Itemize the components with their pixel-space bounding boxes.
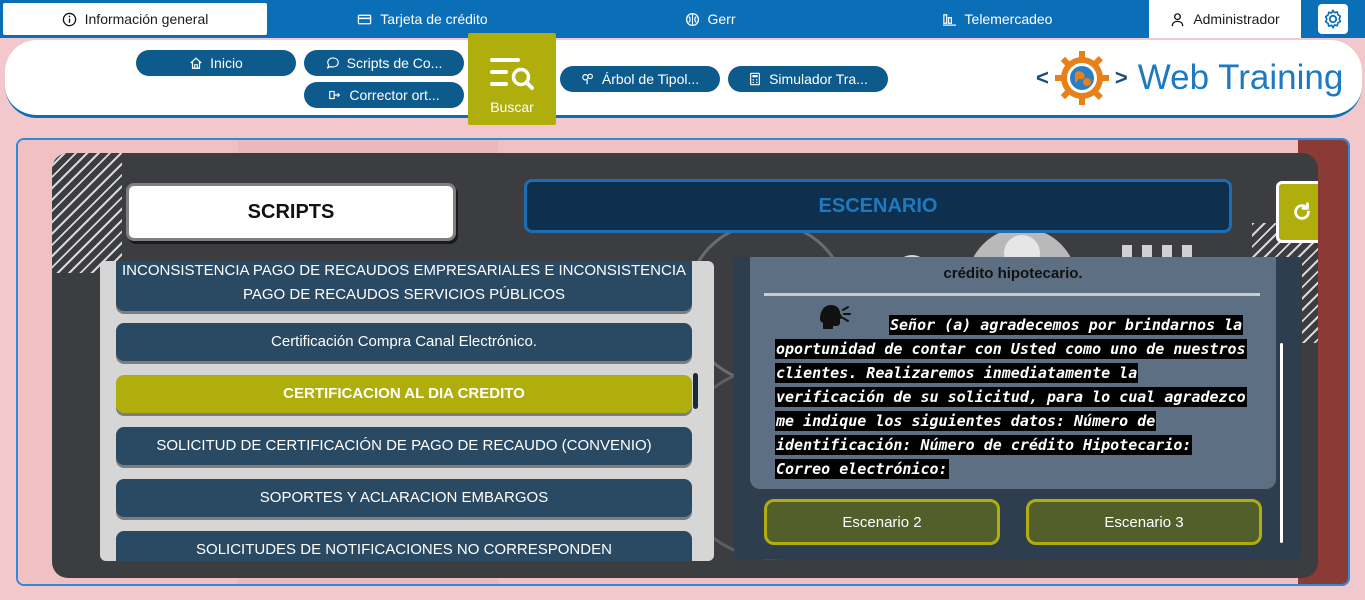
buscar-label: Buscar xyxy=(490,99,534,115)
scripts-title-text: SCRIPTS xyxy=(247,200,335,223)
refresh-button[interactable] xyxy=(1276,181,1318,243)
divider xyxy=(764,293,1260,296)
button-label: Inicio xyxy=(210,55,243,71)
list-item[interactable]: Certificación Compra Canal Electrónico. xyxy=(116,323,692,361)
list-item[interactable]: SOPORTES Y ACLARACION EMBARGOS xyxy=(116,479,692,517)
info-icon xyxy=(62,12,76,26)
list-item-label: SOPORTES Y ACLARACION EMBARGOS xyxy=(259,489,549,506)
gear-globe-logo-icon xyxy=(1054,51,1109,105)
script-text-content: Señor (a) agradecemos por brindarnos la … xyxy=(776,316,1246,478)
main-container: SCRIPTS ESCENARIO INCONSISTENCIA PAGO DE… xyxy=(16,138,1350,586)
chart-icon xyxy=(942,13,956,26)
script-text: Señor (a) agradecemos por brindarnos la … xyxy=(776,313,1254,481)
card-icon xyxy=(358,14,372,24)
escenario-title-text: ESCENARIO xyxy=(818,194,938,217)
gear-icon xyxy=(1324,9,1342,29)
tab-gerr[interactable]: Gerr xyxy=(670,0,750,38)
escenario-2-button[interactable]: Escenario 2 xyxy=(764,499,1000,545)
list-item[interactable]: SOLICITUDES DE NOTIFICACIONES NO CORRESP… xyxy=(116,531,692,561)
scenario-content: crédito hipotecario. Señor (a) agradecem… xyxy=(734,257,1302,559)
brand-name: Web Training xyxy=(1137,58,1344,97)
content-scrollbar[interactable] xyxy=(1280,343,1283,543)
brain-icon xyxy=(685,12,699,26)
button-label: Scripts de Co... xyxy=(346,55,443,71)
tab-label: Tarjeta de crédito xyxy=(380,11,488,27)
calculator-icon xyxy=(750,72,761,86)
tab-informacion-general[interactable]: Información general xyxy=(3,3,267,35)
settings-button[interactable] xyxy=(1318,4,1348,34)
tab-telemercadeo[interactable]: Telemercadeo xyxy=(928,0,1066,38)
escenario-3-button[interactable]: Escenario 3 xyxy=(1026,499,1262,545)
brand-bracket-left: < xyxy=(1036,65,1049,90)
search-list-icon xyxy=(490,58,534,90)
list-item[interactable]: INCONSISTENCIA PAGO DE RECAUDOS EMPRESAR… xyxy=(116,261,692,311)
list-item-label: Certificación Compra Canal Electrónico. xyxy=(271,333,537,350)
top-navigation: Información general Tarjeta de crédito G… xyxy=(0,0,1365,38)
scripts-button[interactable]: Scripts de Co... xyxy=(304,50,464,76)
tab-label: Gerr xyxy=(707,11,736,27)
brand-bracket-right: > xyxy=(1114,65,1128,90)
escenario-heading: ESCENARIO xyxy=(524,179,1232,233)
tab-label: Telemercadeo xyxy=(964,11,1053,27)
stripe-decoration xyxy=(52,153,122,273)
list-scrollbar[interactable] xyxy=(693,373,698,409)
button-label: Corrector ort... xyxy=(349,87,440,103)
tree-icon xyxy=(582,73,593,85)
admin-user-button[interactable]: Administrador xyxy=(1149,0,1301,38)
refresh-icon xyxy=(1294,202,1310,220)
user-icon xyxy=(1172,12,1184,26)
list-item-label: SOLICITUDES DE NOTIFICACIONES NO CORRESP… xyxy=(196,541,612,558)
buscar-button[interactable]: Buscar xyxy=(468,33,556,125)
list-item[interactable]: SOLICITUD DE CERTIFICACIÓN DE PAGO DE RE… xyxy=(116,427,692,465)
tab-label: Información general xyxy=(84,11,209,27)
button-label: Árbol de Tipol... xyxy=(601,71,700,87)
list-item-active[interactable]: CERTIFICACION AL DIA CREDITO xyxy=(116,375,692,413)
arbol-tipologias-button[interactable]: Árbol de Tipol... xyxy=(560,66,720,92)
chat-icon xyxy=(326,57,339,69)
spell-icon xyxy=(329,90,341,100)
button-label: Escenario 3 xyxy=(1104,513,1184,531)
scripts-heading: SCRIPTS xyxy=(126,183,456,241)
home-icon xyxy=(190,57,202,69)
list-item-label: INCONSISTENCIA PAGO DE RECAUDOS EMPRESAR… xyxy=(122,262,687,303)
script-heading: crédito hipotecario. xyxy=(943,265,1083,282)
corrector-button[interactable]: Corrector ort... xyxy=(304,82,464,108)
list-item-label: SOLICITUD DE CERTIFICACIÓN DE PAGO DE RE… xyxy=(156,437,652,454)
list-item-label: CERTIFICACION AL DIA CREDITO xyxy=(283,385,525,402)
button-label: Escenario 2 xyxy=(842,513,922,531)
scripts-list[interactable]: INCONSISTENCIA PAGO DE RECAUDOS EMPRESAR… xyxy=(100,261,714,561)
scripts-panel: SCRIPTS ESCENARIO INCONSISTENCIA PAGO DE… xyxy=(52,153,1318,578)
button-label: Simulador Tra... xyxy=(769,71,868,87)
inicio-button[interactable]: Inicio xyxy=(136,50,296,76)
script-card: crédito hipotecario. Señor (a) agradecem… xyxy=(750,257,1276,489)
brand-logo: < > Web Training xyxy=(1036,48,1343,108)
admin-label: Administrador xyxy=(1193,11,1280,27)
simulador-button[interactable]: Simulador Tra... xyxy=(728,66,888,92)
